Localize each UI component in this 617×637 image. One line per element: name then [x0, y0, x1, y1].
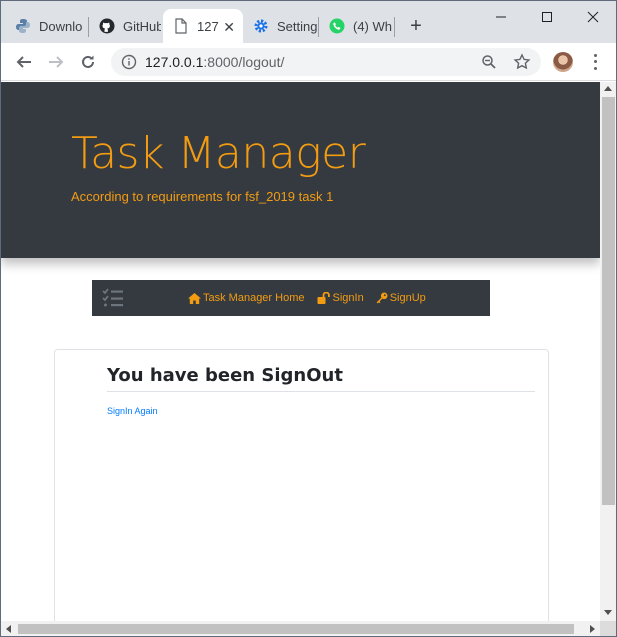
tab-strip: Downlo GitHub 127 ✕ Setting (4) Wh + — [1, 1, 616, 43]
browser-toolbar: 127.0.0.1:8000/logout/ — [1, 43, 616, 81]
site-subtitle: According to requirements for fsf_2019 t… — [71, 189, 334, 204]
nav-link-signin[interactable]: SignIn — [317, 292, 364, 304]
reload-icon — [82, 55, 94, 68]
vertical-scroll-thumb[interactable] — [602, 97, 615, 505]
nav-link-home-label: Task Manager Home — [203, 292, 305, 304]
tab-separator — [394, 17, 395, 37]
nav-link-home[interactable]: Task Manager Home — [188, 292, 305, 304]
nav-link-signup-label: SignUp — [389, 292, 426, 304]
tab-downloads[interactable]: Downlo — [5, 9, 87, 43]
home-icon — [188, 292, 201, 304]
github-icon — [99, 18, 115, 34]
tab-logout-active[interactable]: 127 ✕ — [163, 9, 243, 43]
signout-card: You have been SignOut SignIn Again — [54, 349, 549, 621]
url-path: :8000/logout/ — [203, 54, 285, 70]
url-host: 127.0.0.1 — [145, 54, 204, 70]
tab-github[interactable]: GitHub — [89, 9, 161, 43]
zoom-out-icon[interactable] — [481, 54, 497, 70]
vertical-scrollbar[interactable] — [600, 82, 616, 621]
scroll-up-arrow-icon[interactable] — [604, 86, 612, 91]
nav-link-signin-label: SignIn — [332, 292, 364, 304]
reload-button[interactable] — [77, 51, 99, 73]
site-title: Task Manager — [71, 128, 366, 179]
jumbotron-header: Task Manager According to requirements f… — [1, 82, 600, 258]
key-icon — [376, 292, 388, 304]
tab-label: (4) Wh — [353, 18, 392, 34]
tasks-list-icon[interactable] — [102, 288, 124, 308]
scroll-down-arrow-icon[interactable] — [604, 610, 612, 615]
info-icon[interactable] — [121, 54, 137, 70]
back-button[interactable] — [13, 51, 35, 73]
tab-label: Setting — [277, 18, 317, 34]
url-text: 127.0.0.1:8000/logout/ — [145, 54, 284, 70]
maximize-button[interactable] — [525, 7, 569, 27]
tab-settings[interactable]: Setting — [243, 9, 317, 43]
horizontal-scroll-thumb[interactable] — [18, 624, 574, 634]
horizontal-scrollbar[interactable] — [1, 621, 600, 636]
browser-menu-icon[interactable] — [589, 52, 601, 72]
arrow-right-icon — [49, 56, 64, 68]
minimize-button[interactable] — [479, 7, 523, 27]
signin-again-link[interactable]: SignIn Again — [107, 406, 158, 416]
bookmark-star-icon[interactable] — [513, 53, 531, 71]
tab-label: Downlo — [39, 18, 83, 34]
main-navbar: Task Manager Home SignIn SignUp — [92, 280, 490, 316]
browser-window: Downlo GitHub 127 ✕ Setting (4) Wh + 127… — [0, 0, 617, 637]
tab-label: GitHub — [123, 18, 161, 34]
new-tab-button[interactable]: + — [405, 15, 427, 37]
close-window-button[interactable] — [571, 7, 615, 27]
tab-whatsapp[interactable]: (4) Wh — [319, 9, 393, 43]
navbar-links: Task Manager Home SignIn SignUp — [188, 280, 426, 316]
scroll-left-arrow-icon[interactable] — [6, 625, 11, 633]
close-tab-icon[interactable]: ✕ — [223, 19, 235, 36]
tab-label: 127 — [197, 18, 219, 34]
nav-link-signup[interactable]: SignUp — [376, 292, 426, 304]
whatsapp-icon — [329, 18, 345, 34]
unlock-icon — [317, 292, 330, 304]
python-logo-icon — [15, 18, 31, 34]
page-icon — [173, 18, 189, 34]
arrow-left-icon — [16, 56, 31, 68]
address-bar[interactable]: 127.0.0.1:8000/logout/ — [111, 48, 541, 76]
scrollbar-corner — [600, 621, 616, 636]
profile-avatar[interactable] — [553, 52, 573, 72]
signout-heading: You have been SignOut — [107, 365, 343, 386]
forward-button[interactable] — [45, 51, 67, 73]
page-viewport: Task Manager According to requirements f… — [1, 82, 600, 621]
scroll-right-arrow-icon[interactable] — [590, 625, 595, 633]
heading-divider — [107, 391, 535, 392]
gear-icon — [253, 18, 269, 34]
